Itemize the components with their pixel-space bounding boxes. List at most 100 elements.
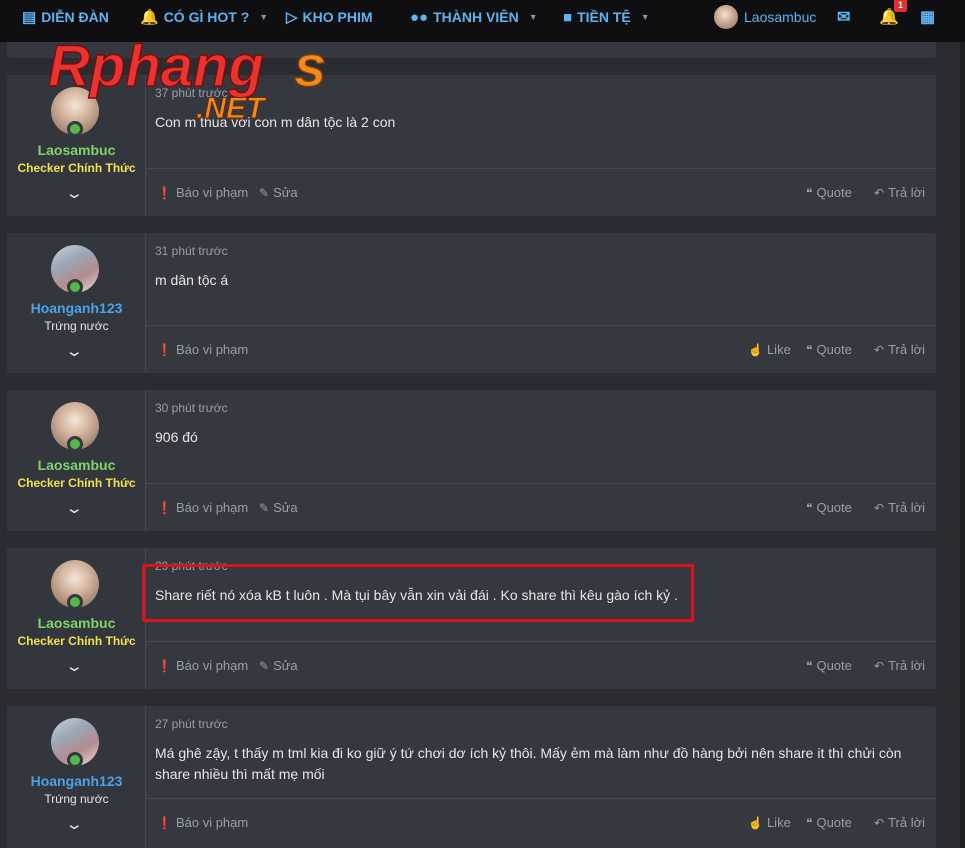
edit-button[interactable]: ✎ Sửa	[259, 500, 298, 515]
pencil-icon: ✎	[259, 185, 270, 200]
report-icon: ❗	[157, 185, 172, 200]
chevron-down-icon[interactable]: ▼	[259, 12, 268, 22]
post-time[interactable]: 30 phút trước	[155, 401, 228, 415]
post-actions: ❗ Báo vi phạm ✎ Sửa ❝ Quote ↶ Trả lời	[146, 483, 936, 531]
report-label: Báo vi phạm	[175, 500, 249, 515]
quote-button[interactable]: ❝ Quote	[806, 342, 852, 357]
author-title: Checker Chính Thức	[17, 476, 136, 490]
store-icon[interactable]: ▦	[920, 7, 935, 27]
reply-icon: ↶	[874, 342, 885, 357]
post-content: m dân tộc á	[155, 272, 229, 288]
chevron-down-icon[interactable]: ▼	[641, 12, 650, 22]
report-button[interactable]: ❗ Báo vi phạm	[157, 500, 248, 515]
chevron-down-icon[interactable]: ⌄	[65, 499, 84, 517]
like-button[interactable]: ☝ Like	[748, 815, 791, 830]
top-navigation: ▤ DIỄN ĐÀN 🔔 CÓ GÌ HOT ? ▼ ▷ KHO PHIM ●●…	[0, 0, 965, 42]
scrollbar[interactable]	[960, 42, 965, 848]
author-name[interactable]: Hoanganh123	[7, 773, 146, 789]
post-author-panel: Hoanganh123 Trứng nước ⌄	[7, 706, 146, 848]
chevron-down-icon[interactable]: ⌄	[65, 184, 84, 202]
quote-button[interactable]: ❝ Quote	[806, 815, 852, 830]
online-status-icon	[67, 594, 83, 610]
username: Laosambuc	[744, 9, 817, 25]
quote-icon: ❝	[806, 815, 813, 830]
report-icon: ❗	[157, 815, 172, 830]
nav-movies[interactable]: ▷ KHO PHIM	[286, 0, 373, 34]
like-button[interactable]: ☝ Like	[748, 342, 791, 357]
online-status-icon	[67, 121, 83, 137]
alert-badge: 1	[894, 0, 907, 12]
edit-button[interactable]: ✎ Sửa	[259, 185, 298, 200]
post: Laosambuc Checker Chính Thức ⌄ 30 phút t…	[7, 390, 936, 531]
post-main: 31 phút trước m dân tộc á ❗ Báo vi phạm ☝…	[146, 233, 936, 373]
post-time[interactable]: 31 phút trước	[155, 244, 228, 258]
previous-post-fragment	[7, 42, 936, 58]
quote-icon: ❝	[806, 658, 813, 673]
post-author-panel: Hoanganh123 Trứng nước ⌄	[7, 233, 146, 373]
post-actions: ❗ Báo vi phạm ✎ Sửa ❝ Quote ↶ Trả lời	[146, 641, 936, 689]
post: Laosambuc Checker Chính Thức ⌄ 37 phút t…	[7, 75, 936, 216]
online-status-icon	[67, 279, 83, 295]
edit-label: Sửa	[273, 658, 298, 673]
nav-hot[interactable]: 🔔 CÓ GÌ HOT ? ▼	[140, 0, 268, 34]
report-icon: ❗	[157, 342, 172, 357]
quote-label: Quote	[816, 658, 852, 673]
highlight-box	[142, 564, 694, 622]
chevron-down-icon[interactable]: ⌄	[65, 342, 84, 360]
reply-button[interactable]: ↶ Trả lời	[874, 185, 925, 200]
reply-button[interactable]: ↶ Trả lời	[874, 500, 925, 515]
report-icon: ❗	[157, 500, 172, 515]
reply-label: Trả lời	[888, 658, 925, 673]
post: Hoanganh123 Trứng nước ⌄ 27 phút trước M…	[7, 706, 936, 848]
author-name[interactable]: Hoanganh123	[7, 300, 146, 316]
nav-forum-label: DIỄN ĐÀN	[41, 9, 109, 25]
user-menu[interactable]: Laosambuc	[714, 5, 816, 29]
nav-members-label: THÀNH VIÊN	[433, 9, 519, 25]
post-time[interactable]: 37 phút trước	[155, 86, 228, 100]
nav-forum[interactable]: ▤ DIỄN ĐÀN	[22, 0, 109, 34]
quote-button[interactable]: ❝ Quote	[806, 500, 852, 515]
post-main: 27 phút trước Má ghê zậy, t thấy m tml k…	[146, 706, 936, 848]
author-name[interactable]: Laosambuc	[7, 457, 146, 473]
like-label: Like	[766, 815, 791, 830]
reply-label: Trả lời	[888, 342, 925, 357]
author-name[interactable]: Laosambuc	[7, 615, 146, 631]
chevron-down-icon[interactable]: ⌄	[65, 657, 84, 675]
reply-button[interactable]: ↶ Trả lời	[874, 815, 925, 830]
author-title: Checker Chính Thức	[17, 161, 136, 175]
report-label: Báo vi phạm	[175, 185, 249, 200]
chevron-down-icon[interactable]: ⌄	[65, 815, 84, 833]
reply-icon: ↶	[874, 815, 885, 830]
report-button[interactable]: ❗ Báo vi phạm	[157, 342, 248, 357]
author-title: Checker Chính Thức	[17, 634, 136, 648]
online-status-icon	[67, 436, 83, 452]
report-button[interactable]: ❗ Báo vi phạm	[157, 185, 248, 200]
post-time[interactable]: 27 phút trước	[155, 717, 228, 731]
post-actions: ❗ Báo vi phạm ✎ Sửa ❝ Quote ↶ Trả lời	[146, 168, 936, 216]
edit-button[interactable]: ✎ Sửa	[259, 658, 298, 673]
report-button[interactable]: ❗ Báo vi phạm	[157, 815, 248, 830]
report-label: Báo vi phạm	[175, 658, 249, 673]
nav-members[interactable]: ●● THÀNH VIÊN ▼	[410, 0, 538, 34]
reply-button[interactable]: ↶ Trả lời	[874, 658, 925, 673]
post: Hoanganh123 Trứng nước ⌄ 31 phút trước m…	[7, 233, 936, 373]
report-icon: ❗	[157, 658, 172, 673]
reply-button[interactable]: ↶ Trả lời	[874, 342, 925, 357]
author-name[interactable]: Laosambuc	[7, 142, 146, 158]
quote-button[interactable]: ❝ Quote	[806, 658, 852, 673]
mail-icon[interactable]: ✉	[837, 7, 850, 27]
report-label: Báo vi phạm	[175, 815, 249, 830]
thumbs-up-icon: ☝	[748, 342, 763, 357]
quote-button[interactable]: ❝ Quote	[806, 185, 852, 200]
post-actions: ❗ Báo vi phạm ☝ Like ❝ Quote ↶ Trả lời	[146, 325, 936, 373]
report-button[interactable]: ❗ Báo vi phạm	[157, 658, 248, 673]
report-label: Báo vi phạm	[175, 342, 249, 357]
folder-icon: ■	[563, 8, 573, 26]
post-author-panel: Laosambuc Checker Chính Thức ⌄	[7, 75, 146, 216]
quote-icon: ❝	[806, 500, 813, 515]
quote-label: Quote	[816, 342, 852, 357]
bell-icon: 🔔	[140, 9, 159, 26]
nav-currency[interactable]: ■ TIỀN TỆ ▼	[563, 0, 650, 34]
reply-label: Trả lời	[888, 500, 925, 515]
chevron-down-icon[interactable]: ▼	[529, 12, 538, 22]
